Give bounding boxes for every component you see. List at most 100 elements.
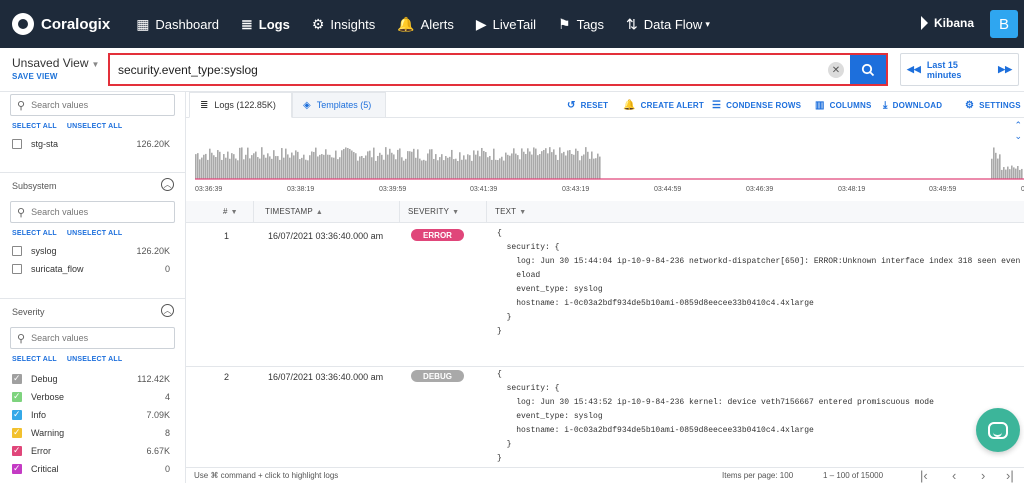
settings-button[interactable]: ⚙ SETTINGS [965,100,1021,111]
histogram-bar [253,153,255,179]
unselect-all-link[interactable]: UNSELECT ALL [67,123,122,130]
subsystem-search[interactable]: ⚲ [10,201,175,223]
nav-item-logs[interactable]: ≣ Logs [241,16,290,33]
tab-templates[interactable]: ◈ Templates (5) [292,92,386,118]
top-values-search[interactable]: ⚲ [10,94,175,116]
histogram-bar [307,160,309,179]
nav-item-insights[interactable]: ⚙ Insights [312,16,375,33]
unselect-all-link[interactable]: UNSELECT ALL [67,230,122,237]
facet-value[interactable]: Error 6.67K [12,444,170,458]
col-severity-header[interactable]: SEVERITY ▼ [408,207,459,216]
search-input[interactable] [31,333,162,343]
log-histogram[interactable]: ⌃ ⌄ 03:36:39 03:38:19 03:39:59 03:41:39 03:43… [186,119,1024,205]
histogram-bar [501,156,503,179]
items-per-page[interactable]: Items per page: 100 [722,471,793,480]
last-page-icon[interactable]: ›| [1006,468,1014,483]
histogram-bar [463,155,465,179]
create-alert-button[interactable]: 🔔 CREATE ALERT [623,100,704,111]
select-all-link[interactable]: SELECT ALL [12,356,57,363]
histogram-bar [411,151,413,179]
facet-value[interactable]: Info 7.09K [12,408,170,422]
histogram-bar [217,150,219,179]
unselect-all-link[interactable]: UNSELECT ALL [67,356,122,363]
histogram-bar [587,151,589,179]
facet-value[interactable]: Debug 112.42K [12,372,170,386]
log-line: security: { [497,384,560,393]
col-text-header[interactable]: TEXT ▼ [495,207,526,216]
checkbox[interactable] [12,391,22,402]
kibana-link[interactable]: Kibana [920,16,974,30]
histogram-bar [413,148,415,179]
checkbox[interactable] [12,373,22,384]
collapse-icon[interactable]: ︿ [161,178,174,191]
col-num-header[interactable]: # ▼ [223,207,238,216]
columns-button[interactable]: ▥ COLUMNS [815,100,872,111]
clear-icon[interactable]: ✕ [828,62,844,78]
save-view-link[interactable]: SAVE VIEW [12,72,58,81]
histogram-bar [211,152,213,179]
checkbox[interactable] [12,463,22,474]
histogram-bar [363,157,365,179]
download-button[interactable]: ⤓ DOWNLOAD [883,100,942,111]
histogram-bar [297,151,299,179]
table-row[interactable]: 1 16/07/2021 03:36:40.000 am ERROR { sec… [186,223,1024,367]
nav-item-alerts[interactable]: 🔔 Alerts [397,16,454,33]
table-row[interactable]: 2 16/07/2021 03:36:40.000 am DEBUG { sec… [186,367,1024,467]
histogram-bar [447,157,449,179]
checkbox[interactable] [12,139,22,149]
nav-item-data-flow[interactable]: ⇅ Data Flow ▾ [626,16,710,33]
condense-rows-button[interactable]: ☰ CONDENSE ROWS [712,100,801,111]
histogram-bar [1013,167,1015,179]
nav-item-livetail[interactable]: ▶ LiveTail [476,16,536,33]
histogram-bar [251,155,253,179]
rewind-icon[interactable]: ◀◀ [907,64,921,75]
next-page-icon[interactable]: › [981,468,985,483]
histogram-bar [275,156,277,179]
histogram-bar [577,150,579,179]
log-line: log: Jun 30 15:44:04 ip-10-9-84-236 netw… [497,257,1024,266]
reset-button[interactable]: ↺ RESET [567,100,608,111]
histogram-bar [399,148,401,179]
facet-value[interactable]: Warning 8 [12,426,170,440]
checkbox[interactable] [12,264,22,274]
brand-logo[interactable]: Coralogix [12,13,110,35]
severity-search[interactable]: ⚲ [10,327,175,349]
histogram-bar [443,160,445,179]
facet-label: Warning [31,428,65,438]
select-all-link[interactable]: SELECT ALL [12,123,57,130]
select-all-link[interactable]: SELECT ALL [12,230,57,237]
collapse-icon[interactable]: ︿ [161,304,174,317]
nav-item-dashboard[interactable]: ▦ Dashboard [136,16,219,33]
checkbox[interactable] [12,445,22,456]
chat-support-button[interactable] [976,408,1020,452]
facet-value[interactable]: Verbose 4 [12,390,170,404]
histogram-bar [547,153,549,179]
facet-value[interactable]: suricata_flow 0 [12,262,170,276]
select-links: SELECT ALL UNSELECT ALL [12,356,132,363]
histogram-bar [293,155,295,179]
time-range-picker[interactable]: ◀◀ Last 15 minutes ▶▶ [900,53,1019,86]
facet-value[interactable]: syslog 126.20K [12,244,170,258]
checkbox[interactable] [12,246,22,256]
avatar[interactable]: B [990,10,1018,38]
first-page-icon[interactable]: |‹ [920,468,928,483]
tab-logs[interactable]: ≣ Logs (122.85K) [189,92,292,118]
view-selector[interactable]: Unsaved View ▼ [12,56,99,70]
fast-forward-icon[interactable]: ▶▶ [998,64,1012,75]
query-input[interactable] [118,61,818,79]
search-input[interactable] [31,100,162,110]
checkbox[interactable] [12,427,22,438]
subsystem-section-header[interactable]: Subsystem ︿ [0,172,186,196]
severity-section-header[interactable]: Severity ︿ [0,298,186,322]
search-button[interactable] [850,55,886,84]
prev-page-icon[interactable]: ‹ [952,468,956,483]
facet-value[interactable]: stg-sta 126.20K [12,137,170,151]
facet-value[interactable]: Critical 0 [12,462,170,476]
nav-item-tags[interactable]: ⚑ Tags [558,16,604,33]
log-text[interactable]: { security: { log: Jun 30 15:43:52 ip-10… [497,368,934,466]
log-text[interactable]: { security: { log: Jun 30 15:44:04 ip-10… [497,227,1024,339]
col-timestamp-header[interactable]: TIMESTAMP ▲ [265,207,323,216]
histogram-bar [271,158,273,179]
search-input[interactable] [31,207,162,217]
checkbox[interactable] [12,409,22,420]
